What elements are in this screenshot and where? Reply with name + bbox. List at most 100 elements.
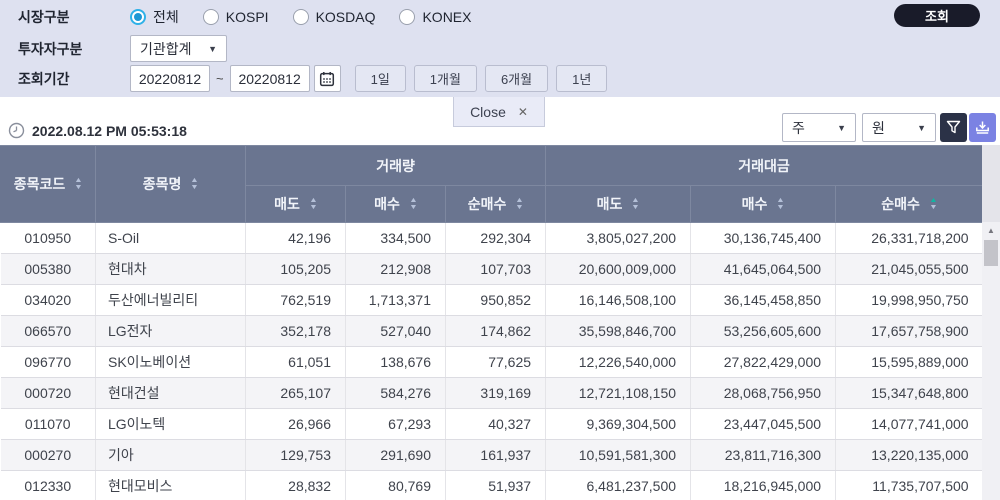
- cell-vol-sell: 42,196: [245, 222, 346, 254]
- table-row[interactable]: 000270 기아 129,753 291,690 161,937 10,591,581,…: [0, 439, 983, 471]
- scrollbar-thumb[interactable]: [984, 240, 998, 266]
- table-row[interactable]: 066570 LG전자 352,178 527,040 174,862 35,598,84…: [0, 315, 983, 347]
- table-row[interactable]: 034020 두산에너빌리티 762,519 1,713,371 950,852 16,1…: [0, 284, 983, 316]
- date-to-input[interactable]: [229, 65, 310, 92]
- sort-icon[interactable]: ▲ ▼: [309, 197, 318, 211]
- filter-button[interactable]: [940, 113, 967, 142]
- column-header-vol-net[interactable]: 순매수 ▲ ▼: [444, 185, 547, 223]
- cell-val-buy: 30,136,745,400: [690, 222, 837, 254]
- sort-down-arrow: ▼: [929, 203, 938, 211]
- table-row[interactable]: 011070 LG이노텍 26,966 67,293 40,327 9,369,304,5…: [0, 408, 983, 440]
- investor-filter-row: 투자자구분 기관합계 ▼: [18, 35, 227, 62]
- market-radio-전체[interactable]: 전체: [130, 7, 179, 27]
- sort-icon[interactable]: ▲ ▼: [515, 197, 524, 211]
- scrollbar-header-gap: [982, 145, 1000, 222]
- radio-label: KOSPI: [225, 8, 269, 25]
- scrollbar-track[interactable]: ▲: [982, 222, 1000, 500]
- cell-vol-net: 319,169: [445, 377, 547, 409]
- stock-table: 종목코드 ▲ ▼ 종목명 ▲ ▼ 거래량 거래대금 매도 ▲ ▼ 매수 ▲ ▼ 순매수 ▲ ▼ 매도 ▲ ▼ 매…: [0, 145, 984, 500]
- column-header-label: 매수: [374, 196, 400, 212]
- cell-val-sell: 3,805,027,200: [545, 222, 692, 254]
- chevron-down-icon: ▼: [917, 122, 926, 133]
- radio-button-icon[interactable]: [399, 8, 416, 25]
- range-button-1일[interactable]: 1일: [354, 65, 406, 92]
- period-unit-select[interactable]: 주 ▼: [782, 113, 856, 142]
- scroll-up-arrow-icon[interactable]: ▲: [982, 222, 1000, 238]
- sort-icon[interactable]: ▲ ▼: [74, 177, 83, 191]
- radio-label: KOSDAQ: [315, 8, 376, 25]
- cell-name: 두산에너빌리티: [95, 284, 246, 316]
- cell-vol-sell: 352,178: [245, 315, 346, 347]
- investor-label: 투자자구분: [18, 40, 83, 57]
- cell-val-buy: 27,822,429,000: [690, 346, 837, 378]
- table-row[interactable]: 000720 현대건설 265,107 584,276 319,169 12,721,10…: [0, 377, 983, 409]
- column-header-vol-buy[interactable]: 매수 ▲ ▼: [345, 185, 446, 223]
- market-radio-KOSPI[interactable]: KOSPI: [202, 8, 269, 25]
- vertical-scrollbar[interactable]: ▲: [982, 145, 1000, 500]
- cell-vol-net: 950,852: [445, 284, 547, 316]
- cell-vol-net: 174,862: [445, 315, 547, 347]
- timestamp-text: 2022.08.12 PM 05:53:18: [32, 122, 187, 139]
- sort-icon[interactable]: ▲ ▼: [409, 197, 418, 211]
- column-header-val-sell[interactable]: 매도 ▲ ▼: [545, 185, 692, 223]
- cell-vol-buy: 212,908: [345, 253, 446, 285]
- column-header-vol-sell[interactable]: 매도 ▲ ▼: [245, 185, 346, 223]
- group-header-value: 거래대금: [545, 145, 984, 186]
- radio-button-icon[interactable]: [202, 8, 219, 25]
- sort-icon[interactable]: ▲ ▼: [929, 197, 938, 211]
- cell-code: 011070: [0, 408, 96, 440]
- column-header-val-net[interactable]: 순매수 ▲ ▼: [835, 185, 984, 223]
- period-unit-value: 주: [792, 119, 805, 136]
- range-button-1년[interactable]: 1년: [556, 65, 608, 92]
- column-header-code[interactable]: 종목코드 ▲ ▼: [0, 145, 96, 223]
- cell-name: SK이노베이션: [95, 346, 246, 378]
- sort-icon[interactable]: ▲ ▼: [190, 177, 199, 191]
- cell-name: 현대차: [95, 253, 246, 285]
- cell-code: 012330: [0, 470, 96, 500]
- chevron-down-icon: ▼: [837, 122, 846, 133]
- timestamp: 2022.08.12 PM 05:53:18: [8, 122, 187, 139]
- cell-vol-sell: 129,753: [245, 439, 346, 471]
- calendar-button[interactable]: [313, 65, 341, 92]
- period-filter-row: 조회기간 ~ 1일 1개월 6개월 1년: [18, 65, 608, 92]
- tab-close-icon[interactable]: ✕: [518, 105, 528, 119]
- cell-val-buy: 41,645,064,500: [690, 253, 837, 285]
- radio-button-icon[interactable]: [292, 8, 309, 25]
- cell-vol-buy: 80,769: [345, 470, 446, 500]
- column-header-content: 매도 ▲ ▼: [546, 194, 690, 214]
- tab-close[interactable]: Close ✕: [453, 97, 545, 127]
- download-button[interactable]: [969, 113, 996, 142]
- cell-val-buy: 23,811,716,300: [690, 439, 837, 471]
- market-radio-group: 전체 KOSPI KOSDAQ KONEX: [130, 7, 471, 27]
- investor-select[interactable]: 기관합계 ▼: [130, 35, 227, 62]
- radio-label: 전체: [153, 8, 179, 25]
- sort-icon[interactable]: ▲ ▼: [632, 197, 641, 211]
- sort-icon[interactable]: ▲ ▼: [776, 197, 786, 211]
- range-button-6개월[interactable]: 6개월: [484, 65, 549, 92]
- cell-vol-buy: 67,293: [345, 408, 446, 440]
- download-icon: [975, 120, 990, 135]
- market-filter-row: 시장구분 전체 KOSPI KOSDAQ KONEX: [18, 5, 471, 28]
- range-button-1개월[interactable]: 1개월: [413, 65, 477, 92]
- table-row[interactable]: 012330 현대모비스 28,832 80,769 51,937 6,481,237,5…: [0, 470, 983, 500]
- app-window: 시장구분 전체 KOSPI KOSDAQ KONEX 조회 투자자구분 기관합계 ▼ …: [0, 0, 1000, 500]
- table-row[interactable]: 010950 S-Oil 42,196 334,500 292,304 3,805,027…: [0, 222, 983, 254]
- market-radio-KONEX[interactable]: KONEX: [399, 8, 471, 25]
- search-button[interactable]: 조회: [894, 4, 980, 27]
- sort-down-arrow: ▼: [776, 203, 786, 211]
- cell-name: S-Oil: [95, 222, 246, 254]
- cell-val-net: 17,657,758,900: [835, 315, 983, 347]
- currency-unit-select[interactable]: 원 ▼: [862, 113, 936, 142]
- table-row[interactable]: 005380 현대차 105,205 212,908 107,703 20,600,009…: [0, 253, 983, 285]
- column-header-val-buy[interactable]: 매수 ▲ ▼: [690, 185, 837, 223]
- filter-panel: 시장구분 전체 KOSPI KOSDAQ KONEX 조회 투자자구분 기관합계 ▼ …: [0, 0, 1000, 97]
- radio-button-icon[interactable]: [130, 8, 146, 25]
- table-header-group-row: 종목코드 ▲ ▼ 종목명 ▲ ▼ 거래량 거래대금: [0, 145, 984, 223]
- table-row[interactable]: 096770 SK이노베이션 61,051 138,676 77,625 12,226,5…: [0, 346, 983, 378]
- cell-vol-sell: 61,051: [245, 346, 346, 378]
- date-from-input[interactable]: [130, 65, 210, 92]
- market-radio-KOSDAQ[interactable]: KOSDAQ: [292, 8, 376, 25]
- column-header-name[interactable]: 종목명 ▲ ▼: [95, 145, 246, 223]
- cell-vol-buy: 291,690: [345, 439, 446, 471]
- cell-val-net: 14,077,741,000: [835, 408, 983, 440]
